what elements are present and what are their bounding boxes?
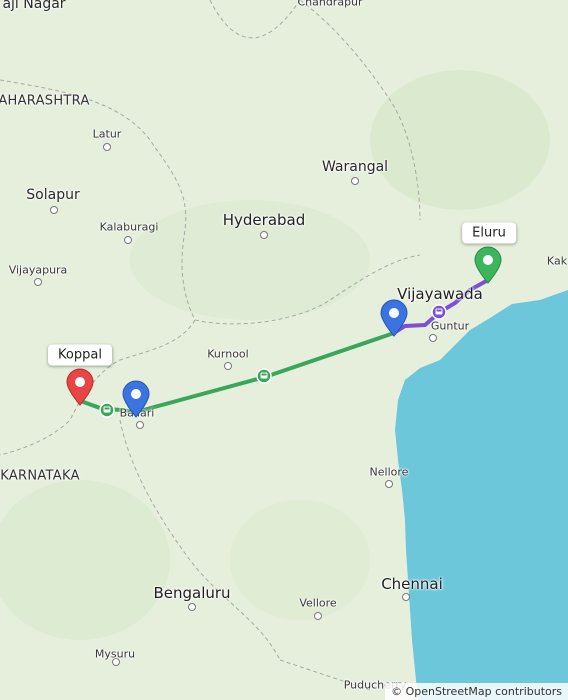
label-vellore: Vellore xyxy=(299,596,337,610)
label-warangal: Warangal xyxy=(321,159,389,175)
label-bengaluru: Bengaluru xyxy=(153,584,231,602)
city-dot-chennai xyxy=(402,593,410,601)
label-vijayawada: Vijayawada xyxy=(397,285,483,303)
route-transit-icon-3[interactable] xyxy=(431,304,447,320)
city-dot-kalaburagi xyxy=(124,236,132,244)
city-dot-bengaluru xyxy=(188,603,196,611)
label-chennai: Chennai xyxy=(381,575,443,593)
map-attribution[interactable]: © OpenStreetMap contributors xyxy=(385,683,568,700)
city-dot-nellore xyxy=(385,480,393,488)
label-kurnool: Kurnool xyxy=(207,347,249,361)
city-dot-vijayapura xyxy=(34,278,42,286)
city-dot-vellore xyxy=(314,612,322,620)
city-dot-latur xyxy=(103,143,111,151)
city-dot-warangal xyxy=(351,177,359,185)
marker-label-koppal[interactable]: Koppal xyxy=(48,344,112,366)
label-nellore: Nellore xyxy=(369,465,409,479)
label-mysuru: Mysuru xyxy=(94,647,136,661)
city-dot-hyderabad xyxy=(260,231,268,239)
marker-ballari-blue-pin-icon[interactable] xyxy=(121,380,151,418)
marker-eluru-green-pin-icon[interactable] xyxy=(473,246,503,284)
marker-koppal-red-pin-icon[interactable] xyxy=(65,368,95,406)
map-canvas[interactable]: aji Nagar Chandrapur AHARASHTRA Latur Wa… xyxy=(0,0,568,700)
city-dot-solapur xyxy=(50,206,58,214)
route-transit-icon-1[interactable] xyxy=(99,402,115,418)
label-hyderabad: Hyderabad xyxy=(222,211,306,229)
city-dot-kurnool xyxy=(224,362,232,370)
label-karnataka: KARNATAKA xyxy=(0,468,80,484)
bay-of-bengal xyxy=(395,290,568,700)
label-maharashtra: AHARASHTRA xyxy=(0,93,90,109)
marker-vijayawada-blue-pin-icon[interactable] xyxy=(379,299,409,337)
city-dot-ballari xyxy=(136,421,144,429)
label-solapur: Solapur xyxy=(26,187,80,203)
label-vijayapura: Vijayapura xyxy=(8,263,68,277)
label-chandrapur: Chandrapur xyxy=(297,0,363,9)
label-guntur: Guntur xyxy=(430,319,470,333)
label-kakinada: Kak xyxy=(546,254,568,268)
marker-label-eluru[interactable]: Eluru xyxy=(462,222,516,244)
route-transit-icon-2[interactable] xyxy=(256,368,272,384)
city-dot-guntur xyxy=(429,334,437,342)
label-aji-nagar: aji Nagar xyxy=(2,0,66,12)
label-kalaburagi: Kalaburagi xyxy=(99,220,159,234)
label-latur: Latur xyxy=(92,127,122,141)
